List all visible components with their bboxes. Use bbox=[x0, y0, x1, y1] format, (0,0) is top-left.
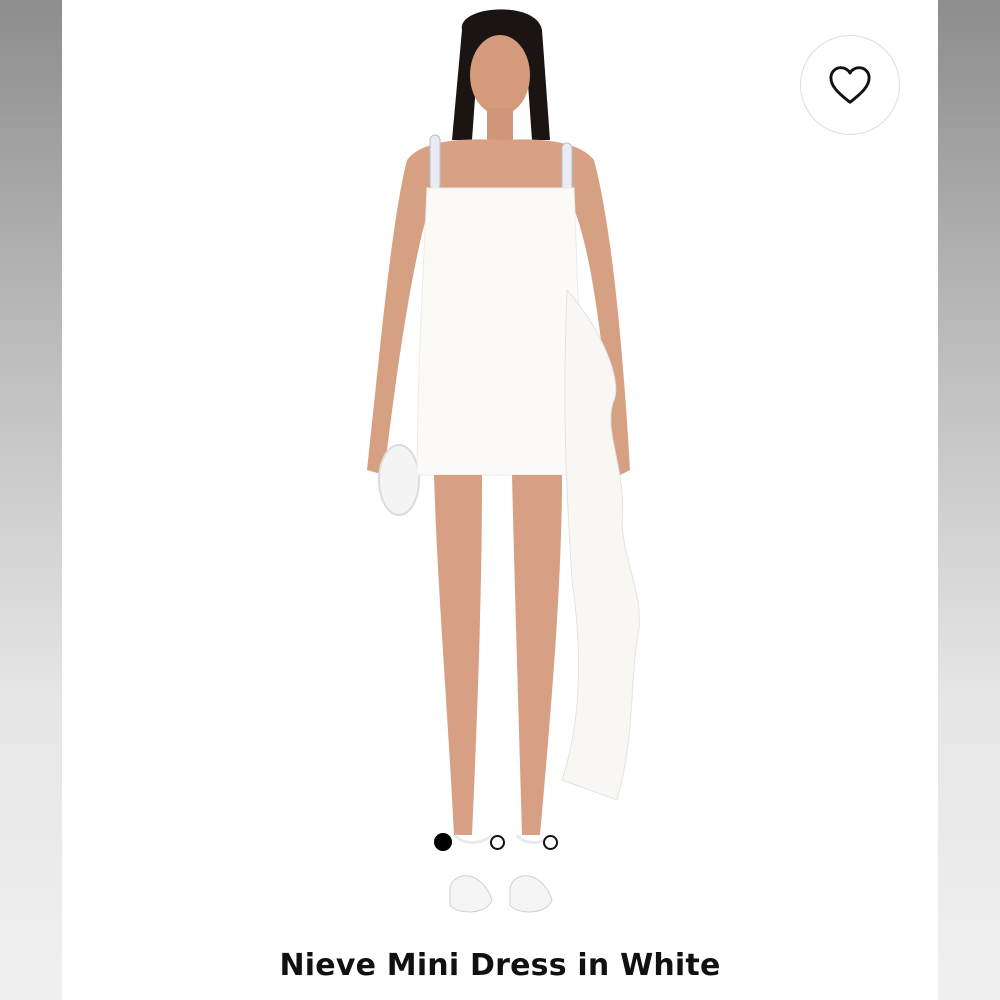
image-carousel-indicator bbox=[434, 832, 570, 852]
carousel-dot-2[interactable] bbox=[490, 834, 505, 850]
product-title: Nieve Mini Dress in White bbox=[279, 948, 721, 983]
model-illustration bbox=[367, 9, 640, 913]
carousel-dot-1[interactable] bbox=[434, 833, 452, 851]
product-viewer: Nieve Mini Dress in White bbox=[0, 0, 1000, 1000]
left-gutter bbox=[0, 0, 62, 1000]
carousel-dot-3[interactable] bbox=[543, 834, 558, 850]
heart-outline-icon bbox=[829, 66, 871, 104]
product-photo[interactable] bbox=[62, 0, 938, 940]
wishlist-button[interactable] bbox=[800, 35, 900, 135]
right-gutter bbox=[938, 0, 1000, 1000]
